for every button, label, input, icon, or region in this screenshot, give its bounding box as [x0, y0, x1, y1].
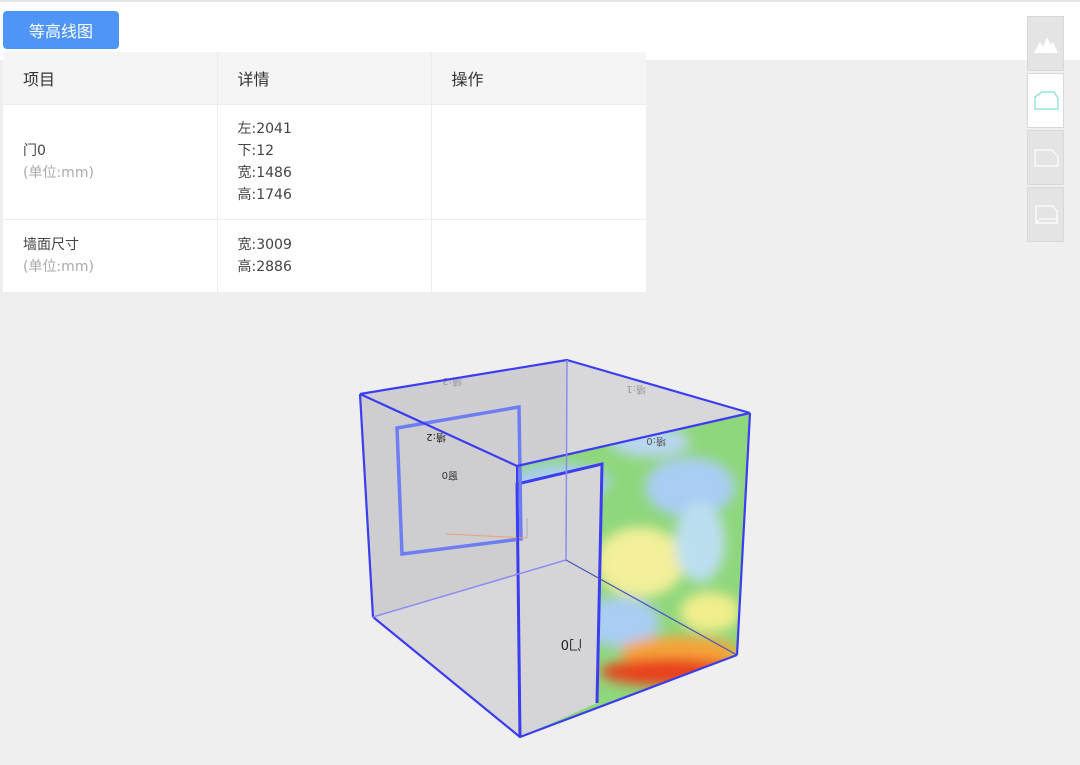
column-header-actions: 操作 [431, 52, 646, 105]
door-label: 门0 [561, 636, 582, 651]
detail-width: 宽:3009 [237, 237, 292, 253]
item-cell: 墙面尺寸 (单位:mm) [3, 219, 218, 292]
wall-face-button[interactable] [1027, 130, 1064, 185]
column-header-item: 项目 [3, 52, 218, 105]
column-header-details: 详情 [217, 52, 432, 105]
table-header-row: 项目 详情 操作 [3, 52, 646, 105]
actions-cell [431, 219, 646, 292]
details-cell: 左:2041 下:12 宽:1486 高:1746 [217, 104, 432, 220]
door-opening [517, 464, 602, 737]
side-toolbar [1027, 16, 1064, 242]
top-toolbar: 等高线图 [0, 0, 1080, 60]
detail-left: 左:2041 [237, 121, 292, 137]
actions-cell [431, 104, 646, 220]
info-table: 项目 详情 操作 门0 (单位:mm) 左:2041 下:12 宽:1486 高… [3, 52, 646, 292]
detail-bottom: 下:12 [237, 143, 275, 159]
room-outline-icon [1033, 90, 1059, 110]
room-3d-view[interactable]: 门0 窗0 墙:2 墙:3 墙:1 墙:0 [0, 292, 1080, 760]
item-name: 墙面尺寸 [23, 237, 79, 253]
item-unit: (单位:mm) [23, 165, 94, 181]
detail-height: 高:2886 [237, 259, 292, 275]
mountain-icon [1033, 36, 1058, 53]
details-cell: 宽:3009 高:2886 [217, 219, 432, 292]
window-label: 窗0 [442, 469, 458, 482]
room-3d-canvas: 门0 窗0 墙:2 墙:3 墙:1 墙:0 [358, 358, 752, 739]
table-row: 墙面尺寸 (单位:mm) 宽:3009 高:2886 [3, 219, 646, 292]
wall-face-alt-button[interactable] [1027, 187, 1064, 242]
wall-face-icon [1033, 148, 1059, 167]
item-unit: (单位:mm) [23, 259, 94, 275]
mountain-view-button[interactable] [1027, 16, 1064, 71]
detail-width: 宽:1486 [237, 165, 292, 181]
wall-1-label: 墙:1 [626, 383, 646, 396]
table-row: 门0 (单位:mm) 左:2041 下:12 宽:1486 高:1746 [3, 104, 646, 220]
item-name: 门0 [23, 143, 46, 159]
item-cell: 门0 (单位:mm) [3, 104, 218, 220]
room-outline-button[interactable] [1027, 73, 1064, 128]
contour-map-button[interactable]: 等高线图 [3, 11, 119, 49]
detail-height: 高:1746 [237, 187, 292, 203]
wall-face-alt-icon [1034, 204, 1058, 224]
